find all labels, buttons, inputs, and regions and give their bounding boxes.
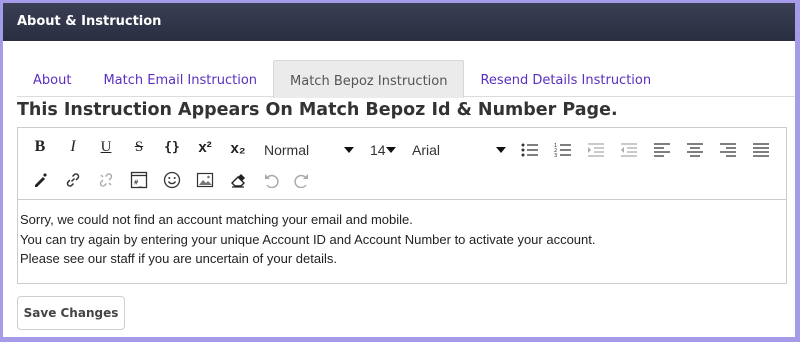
save-changes-button[interactable]: Save Changes [17,296,125,330]
chevron-down-icon [496,147,506,153]
bold-button[interactable]: B [28,135,52,159]
align-center-icon[interactable] [683,138,707,162]
bullet-list-icon[interactable] [518,138,542,162]
outdent-icon[interactable] [617,138,641,162]
chevron-down-icon [344,147,354,153]
numbered-list-icon[interactable]: 123 [551,138,575,162]
unlink-icon[interactable] [94,168,118,192]
panel-header: About & Instruction [3,3,795,41]
emoji-icon[interactable] [160,168,184,192]
indent-icon[interactable] [584,138,608,162]
svg-text:3: 3 [554,153,557,158]
subscript-button[interactable]: x₂ [226,136,250,160]
editor-line: You can try again by entering your uniqu… [20,231,596,247]
image-icon[interactable] [193,168,217,192]
eraser-icon[interactable] [226,168,250,192]
code-button[interactable]: {} [160,135,184,159]
panel-title: About & Instruction [17,14,162,29]
block-format-select[interactable]: Normal [258,138,358,162]
font-family-value: Arial [412,142,441,158]
font-family-select[interactable]: Arial [406,138,510,162]
editor-line: Sorry, we could not find an account matc… [20,212,413,227]
tab-match-email[interactable]: Match Email Instruction [87,60,273,97]
font-size-select[interactable]: 14 [364,138,400,162]
redo-icon[interactable] [290,168,314,192]
instruction-editor[interactable]: Sorry, we could not find an account matc… [17,199,787,284]
section-title: This Instruction Appears On Match Bepoz … [17,100,618,120]
align-right-icon[interactable] [716,138,740,162]
tab-match-bepoz[interactable]: Match Bepoz Instruction [273,60,465,98]
align-justify-icon[interactable] [749,138,773,162]
undo-icon[interactable] [259,168,283,192]
font-size-value: 14 [370,142,386,158]
tab-bar: About Match Email Instruction Match Bepo… [17,60,795,98]
chevron-down-icon [386,147,396,153]
align-left-icon[interactable] [650,138,674,162]
superscript-button[interactable]: x² [193,135,217,159]
italic-button[interactable]: I [61,135,85,159]
instruction-panel: About & Instruction About Match Email In… [3,3,795,337]
tab-resend-details[interactable]: Resend Details Instruction [464,60,667,97]
underline-button[interactable]: U [94,135,118,159]
editor-line: Please see our staff if you are uncertai… [20,251,337,266]
tab-about[interactable]: About [17,60,87,97]
svg-text:#_: #_ [134,179,143,187]
block-format-value: Normal [264,142,310,158]
strikethrough-button[interactable]: S [127,135,151,159]
code-view-icon[interactable]: #_ [127,168,151,192]
editor-toolbar: B I U S {} x² x₂ Normal 14 Arial 123 #_ [17,127,787,199]
link-icon[interactable] [61,168,85,192]
text-color-icon[interactable] [28,168,52,192]
